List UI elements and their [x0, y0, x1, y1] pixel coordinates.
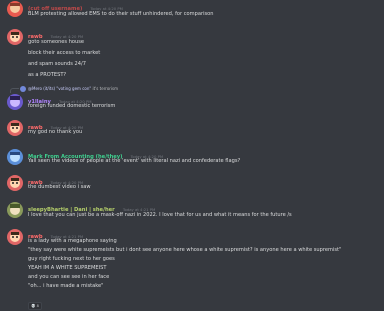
message-text: my god no thank you	[28, 129, 83, 135]
message-text: BLM protesting allowed EMS to do their s…	[28, 11, 214, 17]
avatar[interactable]	[7, 120, 23, 136]
reply-author[interactable]: @Mero (it/its) "voting gem con"	[28, 86, 91, 91]
message-text: "they say were white supremeists but i d…	[28, 247, 342, 253]
skull-reaction[interactable]: 💀 8	[28, 302, 42, 310]
avatar[interactable]	[7, 29, 23, 45]
avatar[interactable]	[7, 229, 23, 245]
message-text: and you can see see in her face	[28, 274, 110, 280]
message-text: Yall seen the videos of people at the 'e…	[28, 158, 241, 164]
avatar[interactable]	[7, 1, 23, 17]
reply-avatar	[20, 86, 26, 92]
message-text: guy right fucking next to her goes	[28, 256, 115, 262]
message-text: I love that you can just be a mask-off n…	[28, 212, 292, 218]
reply-connector	[10, 88, 19, 93]
avatar[interactable]	[7, 202, 23, 218]
message-text: is a lady with a megaphone saying	[28, 238, 117, 244]
message-text: the dumbest video i saw	[28, 184, 91, 190]
message-text: "oh... i have made a mistake"	[28, 283, 104, 289]
message-text: YEAH IM A WHITE SUPREMEIST	[28, 265, 107, 271]
message-text: and spam sounds 24/7	[28, 61, 86, 67]
message-text: as a PROTEST?	[28, 72, 67, 78]
avatar[interactable]	[7, 175, 23, 191]
message-text: block their access to market	[28, 50, 101, 56]
reply-text: it's terrorism	[92, 86, 119, 91]
avatar[interactable]	[7, 149, 23, 165]
message-text: goto someones house	[28, 39, 85, 45]
message-text: foreign funded domestic terrorism	[28, 103, 116, 109]
avatar[interactable]	[7, 94, 23, 110]
reply-preview[interactable]: @Mero (it/its) "voting gem con" it's ter…	[20, 85, 118, 92]
